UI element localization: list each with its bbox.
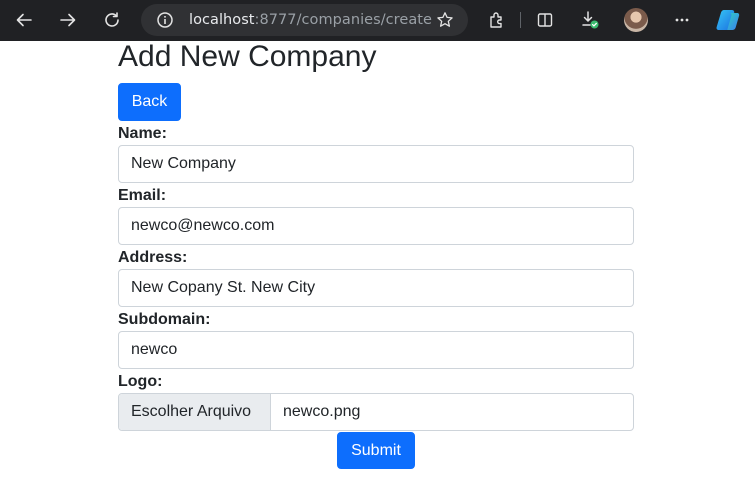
url-path: :8777/companies/create [254,12,432,28]
info-icon[interactable] [156,11,174,29]
arrow-left-icon[interactable] [10,6,38,34]
address-label: Address: [118,249,188,266]
url-host: localhost [189,12,255,28]
page-content: Add New Company Back Name: New Company E… [0,41,755,500]
url-text: localhost:8777/companies/create [189,11,432,29]
puzzle-icon[interactable] [483,6,511,34]
toolbar-divider [520,12,521,28]
subdomain-field[interactable]: newco [118,331,634,369]
split-screen-icon[interactable] [531,6,559,34]
browser-toolbar: localhost:8777/companies/create [0,0,755,41]
choose-file-button[interactable]: Escolher Arquivo [119,394,271,430]
star-icon[interactable] [436,11,454,29]
back-button[interactable]: Back [118,83,181,121]
download-icon[interactable] [576,6,604,34]
subdomain-label: Subdomain: [118,311,211,328]
address-bar[interactable]: localhost:8777/companies/create [141,4,468,36]
logo-file-input[interactable]: Escolher Arquivo newco.png [118,393,634,431]
name-label: Name: [118,125,167,142]
selected-file-name: newco.png [283,403,361,420]
page-title: Add New Company [118,40,377,73]
more-icon[interactable] [668,6,696,34]
address-field[interactable]: New Copany St. New City [118,269,634,307]
submit-button[interactable]: Submit [337,432,415,469]
email-field[interactable]: newco@newco.com [118,207,634,245]
name-field[interactable]: New Company [118,145,634,183]
avatar[interactable] [624,8,648,32]
logo-label: Logo: [118,373,163,390]
arrow-right-icon[interactable] [54,6,82,34]
copilot-icon[interactable] [715,8,741,32]
email-label: Email: [118,187,167,204]
reload-icon[interactable] [98,6,126,34]
